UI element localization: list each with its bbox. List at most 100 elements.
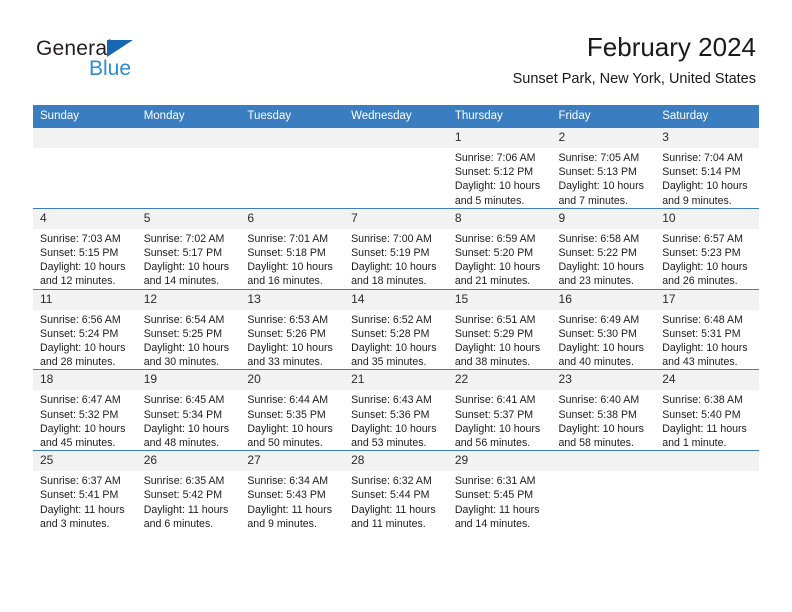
day-sun-info: Sunrise: 6:58 AM Sunset: 5:22 PM Daylight:… (552, 229, 656, 289)
sunrise-text: Sunrise: 6:34 AM (247, 475, 329, 488)
day-number: 9 (551, 208, 656, 229)
calendar-day-cell[interactable]: 17 Sunrise: 6:48 AM Sunset: 5:31 PM Dayligh… (655, 288, 759, 370)
day-number: 5 (136, 208, 241, 229)
sunset-text: Sunset: 5:19 PM (351, 247, 430, 260)
day-number: 1 (447, 128, 552, 148)
day-number: 27 (240, 451, 345, 472)
sunrise-text: Sunrise: 6:47 AM (40, 394, 121, 407)
calendar-day-cell[interactable]: 12 Sunrise: 6:54 AM Sunset: 5:25 PM Dayligh… (136, 288, 241, 370)
calendar-day-cell[interactable]: 5 Sunrise: 7:02 AM Sunset: 5:17 PM Daylight… (136, 207, 241, 290)
weekday-header-wednesday: Wednesday (344, 105, 448, 128)
calendar-day-cell[interactable]: 24 Sunrise: 6:38 AM Sunset: 5:40 PM Dayligh… (655, 369, 759, 451)
sunrise-text: Sunrise: 6:53 AM (247, 313, 329, 326)
daylight-text: Daylight: 10 hours and 30 minutes. (143, 342, 230, 369)
sunrise-text: Sunrise: 6:35 AM (143, 475, 225, 488)
calendar-week-row: 11 Sunrise: 6:56 AM Sunset: 5:24 PM Dayligh… (33, 288, 759, 370)
day-number: 20 (240, 370, 345, 391)
calendar-day-cell[interactable]: 29 Sunrise: 6:31 AM Sunset: 5:45 PM Dayligh… (447, 450, 552, 532)
day-sun-info: Sunrise: 6:51 AM Sunset: 5:29 PM Daylight:… (448, 310, 552, 370)
day-number (655, 451, 759, 472)
calendar-day-cell[interactable]: 23 Sunrise: 6:40 AM Sunset: 5:38 PM Dayligh… (551, 369, 656, 451)
calendar-day-cell-empty (33, 128, 137, 209)
day-number: 28 (344, 451, 448, 472)
daylight-text: Daylight: 11 hours and 9 minutes. (247, 503, 333, 530)
calendar-day-cell[interactable]: 26 Sunrise: 6:35 AM Sunset: 5:42 PM Dayligh… (136, 450, 241, 532)
calendar-week-row: 25 Sunrise: 6:37 AM Sunset: 5:41 PM Dayligh… (33, 450, 759, 532)
sunset-text: Sunset: 5:34 PM (143, 408, 223, 421)
calendar-day-cell[interactable]: 13 Sunrise: 6:53 AM Sunset: 5:26 PM Dayligh… (240, 288, 345, 370)
calendar-day-cell[interactable]: 18 Sunrise: 6:47 AM Sunset: 5:32 PM Dayligh… (33, 369, 137, 451)
sunset-text: Sunset: 5:17 PM (143, 247, 223, 260)
calendar-day-cell[interactable]: 10 Sunrise: 6:57 AM Sunset: 5:23 PM Dayligh… (655, 207, 759, 290)
sunrise-text: Sunrise: 6:43 AM (351, 394, 432, 407)
calendar-page: General Blue February 2024 Sunset Park, … (0, 0, 792, 612)
calendar-day-cell[interactable]: 19 Sunrise: 6:45 AM Sunset: 5:34 PM Dayligh… (136, 369, 241, 451)
calendar-day-cell[interactable]: 3 Sunrise: 7:04 AM Sunset: 5:14 PM Daylight… (655, 128, 759, 209)
daylight-text: Daylight: 10 hours and 7 minutes. (558, 180, 644, 207)
daylight-text: Daylight: 11 hours and 1 minute. (662, 422, 747, 450)
daylight-text: Daylight: 10 hours and 5 minutes. (454, 180, 541, 207)
sunset-text: Sunset: 5:31 PM (662, 327, 741, 340)
sunrise-text: Sunrise: 6:56 AM (40, 313, 121, 326)
calendar-day-cell[interactable]: 2 Sunrise: 7:05 AM Sunset: 5:13 PM Daylight… (551, 128, 656, 209)
calendar-day-cell[interactable]: 9 Sunrise: 6:58 AM Sunset: 5:22 PM Daylight… (551, 207, 656, 290)
calendar-day-cell[interactable]: 16 Sunrise: 6:49 AM Sunset: 5:30 PM Dayligh… (551, 288, 656, 370)
day-sun-info: Sunrise: 6:44 AM Sunset: 5:35 PM Daylight:… (240, 390, 344, 450)
sunset-text: Sunset: 5:12 PM (454, 166, 534, 179)
calendar-day-cell[interactable]: 7 Sunrise: 7:00 AM Sunset: 5:19 PM Daylight… (344, 207, 448, 290)
daylight-text: Daylight: 10 hours and 18 minutes. (351, 261, 437, 288)
calendar-week-row: 18 Sunrise: 6:47 AM Sunset: 5:32 PM Dayligh… (33, 369, 759, 451)
calendar-day-cell[interactable]: 21 Sunrise: 6:43 AM Sunset: 5:36 PM Dayligh… (344, 369, 448, 451)
sunset-text: Sunset: 5:15 PM (40, 247, 119, 260)
calendar-day-cell[interactable]: 27 Sunrise: 6:34 AM Sunset: 5:43 PM Dayligh… (240, 450, 345, 532)
sunrise-text: Sunrise: 6:54 AM (143, 313, 225, 326)
calendar-day-cell[interactable]: 22 Sunrise: 6:41 AM Sunset: 5:37 PM Dayligh… (447, 369, 552, 451)
calendar-day-cell-empty (551, 450, 656, 532)
day-sun-info: Sunrise: 7:03 AM Sunset: 5:15 PM Daylight:… (33, 229, 137, 289)
calendar-day-cell-empty (240, 128, 345, 209)
day-number: 13 (240, 289, 345, 310)
day-number: 17 (655, 289, 759, 310)
sunrise-text: Sunrise: 6:40 AM (558, 394, 640, 407)
day-sun-info: Sunrise: 6:45 AM Sunset: 5:34 PM Daylight:… (137, 390, 241, 450)
day-number: 14 (344, 289, 448, 310)
sunrise-text: Sunrise: 7:01 AM (247, 232, 329, 245)
day-number: 7 (344, 208, 448, 229)
sunset-text: Sunset: 5:22 PM (558, 247, 637, 260)
calendar-day-cell-empty (655, 450, 759, 532)
general-blue-logo[interactable]: General Blue (36, 38, 156, 82)
calendar-day-cell[interactable]: 1 Sunrise: 7:06 AM Sunset: 5:12 PM Daylight… (447, 128, 552, 209)
day-sun-info: Sunrise: 6:37 AM Sunset: 5:41 PM Daylight:… (33, 471, 137, 531)
calendar-day-cell[interactable]: 4 Sunrise: 7:03 AM Sunset: 5:15 PM Daylight… (33, 207, 137, 290)
sunset-text: Sunset: 5:18 PM (247, 247, 326, 260)
day-sun-info: Sunrise: 7:01 AM Sunset: 5:18 PM Daylight:… (240, 229, 344, 289)
daylight-text: Daylight: 10 hours and 33 minutes. (247, 342, 333, 369)
day-sun-info: Sunrise: 6:47 AM Sunset: 5:32 PM Daylight:… (33, 390, 137, 450)
calendar-day-cell[interactable]: 25 Sunrise: 6:37 AM Sunset: 5:41 PM Dayligh… (33, 450, 137, 532)
logo-text-blue: Blue (89, 57, 132, 80)
calendar-day-cell[interactable]: 14 Sunrise: 6:52 AM Sunset: 5:28 PM Dayligh… (344, 288, 448, 370)
sunrise-text: Sunrise: 6:45 AM (143, 394, 225, 407)
calendar-table: Sunday Monday Tuesday Wednesday Thursday Frid… (33, 105, 759, 532)
sunset-text: Sunset: 5:14 PM (662, 166, 741, 179)
day-number (344, 128, 448, 148)
day-number: 29 (447, 451, 552, 472)
calendar-day-cell-empty (344, 128, 448, 209)
calendar-day-cell[interactable]: 8 Sunrise: 6:59 AM Sunset: 5:20 PM Daylight… (447, 207, 552, 290)
calendar-day-cell[interactable]: 6 Sunrise: 7:01 AM Sunset: 5:18 PM Daylight… (240, 207, 345, 290)
sunrise-text: Sunrise: 6:38 AM (662, 394, 743, 407)
day-number: 22 (447, 370, 552, 391)
sunrise-text: Sunrise: 6:32 AM (351, 475, 432, 488)
sunrise-text: Sunrise: 6:49 AM (558, 313, 640, 326)
day-number: 19 (136, 370, 241, 391)
daylight-text: Daylight: 10 hours and 56 minutes. (454, 422, 541, 450)
daylight-text: Daylight: 10 hours and 43 minutes. (662, 342, 748, 369)
calendar-day-cell[interactable]: 11 Sunrise: 6:56 AM Sunset: 5:24 PM Dayligh… (33, 288, 137, 370)
page-subtitle: Sunset Park, New York, United States (512, 71, 756, 87)
weekday-header-thursday: Thursday (447, 105, 552, 128)
calendar-day-cell[interactable]: 15 Sunrise: 6:51 AM Sunset: 5:29 PM Dayligh… (447, 288, 552, 370)
sunrise-text: Sunrise: 6:58 AM (558, 232, 640, 245)
calendar-day-cell[interactable]: 20 Sunrise: 6:44 AM Sunset: 5:35 PM Dayligh… (240, 369, 345, 451)
calendar-day-cell[interactable]: 28 Sunrise: 6:32 AM Sunset: 5:44 PM Dayligh… (344, 450, 448, 532)
daylight-text: Daylight: 10 hours and 9 minutes. (662, 180, 748, 207)
